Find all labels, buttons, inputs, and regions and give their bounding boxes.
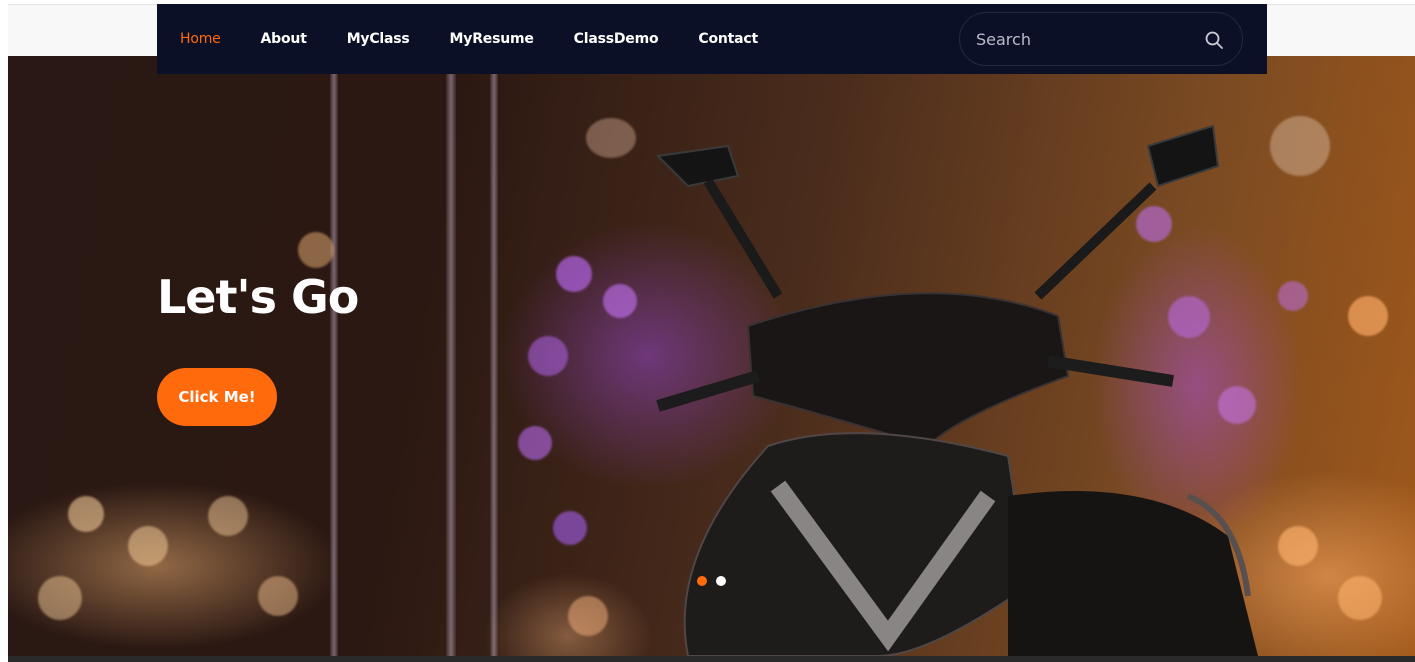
bokeh-light xyxy=(298,232,334,268)
carousel-indicators xyxy=(697,576,726,586)
hero-banner: Let's Go Click Me! xyxy=(8,56,1415,656)
background-pole xyxy=(490,56,498,656)
background-pole xyxy=(446,56,456,656)
bokeh-light xyxy=(556,256,592,292)
scooter-image xyxy=(655,124,1258,656)
bokeh-light xyxy=(258,576,298,616)
page-bottom-bar xyxy=(8,656,1415,662)
bokeh-light xyxy=(1338,576,1382,620)
hero-title: Let's Go xyxy=(157,270,359,324)
nav-item-about[interactable]: About xyxy=(261,31,307,47)
bokeh-light xyxy=(1348,296,1388,336)
bokeh-light xyxy=(528,336,568,376)
click-me-button[interactable]: Click Me! xyxy=(157,368,277,426)
carousel-dot-2[interactable] xyxy=(716,576,726,586)
background-pole xyxy=(330,56,338,656)
nav-item-myresume[interactable]: MyResume xyxy=(450,31,534,47)
main-navbar: Home About MyClass MyResume ClassDemo Co… xyxy=(157,4,1267,74)
bokeh-light xyxy=(553,511,587,545)
bokeh-light xyxy=(38,576,82,620)
nav-item-classdemo[interactable]: ClassDemo xyxy=(574,31,659,47)
nav-item-contact[interactable]: Contact xyxy=(698,31,758,47)
bokeh-light xyxy=(518,426,552,460)
search-input[interactable] xyxy=(976,29,1196,49)
bokeh-light xyxy=(568,596,608,636)
nav-item-home[interactable]: Home xyxy=(180,31,221,47)
search-icon[interactable] xyxy=(1204,30,1224,50)
bokeh-light xyxy=(128,526,168,566)
search-box xyxy=(959,12,1243,66)
nav-item-myclass[interactable]: MyClass xyxy=(347,31,410,47)
carousel-dot-1[interactable] xyxy=(697,576,707,586)
bokeh-light xyxy=(208,496,248,536)
bokeh-light xyxy=(68,496,104,532)
